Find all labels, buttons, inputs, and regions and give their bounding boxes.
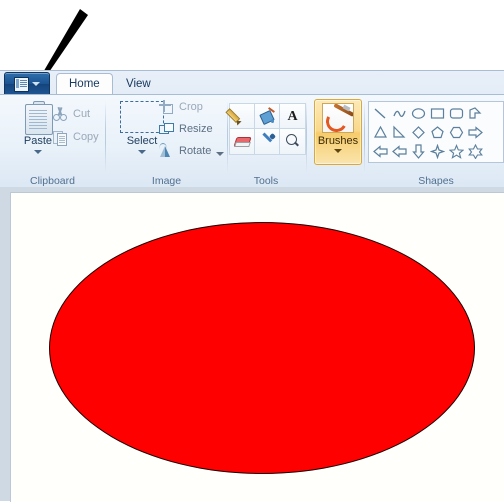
group-image: Select Crop Resize Rotate Image — [106, 95, 227, 189]
pencil-icon — [225, 108, 251, 126]
chevron-down-icon — [216, 151, 225, 156]
rotate-button[interactable]: Rotate — [158, 143, 225, 159]
brushes-label: Brushes — [317, 135, 359, 147]
paint-window: Home View Paste Cut Copy Clipboard Selec… — [0, 0, 504, 502]
chevron-down-icon — [34, 150, 42, 154]
shape-polygon[interactable] — [466, 104, 485, 123]
workspace — [0, 187, 504, 502]
tab-home[interactable]: Home — [56, 73, 113, 95]
tools-grid: A — [225, 103, 306, 155]
shapes-gallery[interactable] — [368, 101, 504, 163]
group-divider — [306, 101, 307, 173]
document-menu-icon — [14, 76, 29, 92]
group-tools: A Tools — [225, 95, 306, 189]
shape-four-point-star[interactable] — [428, 142, 447, 161]
shape-rounded-rectangle[interactable] — [447, 104, 466, 123]
chevron-down-icon — [138, 150, 146, 154]
shape-left-arrow[interactable] — [371, 142, 390, 161]
shape-right-triangle[interactable] — [390, 123, 409, 142]
resize-label: Resize — [179, 123, 213, 135]
group-label-image: Image — [151, 175, 182, 187]
paste-label: Paste — [23, 135, 53, 147]
shape-rectangular-callout[interactable] — [371, 161, 390, 162]
paint-bucket-icon — [259, 107, 276, 126]
blank-top-strip — [0, 0, 504, 70]
resize-button[interactable]: Resize — [158, 121, 213, 137]
brushes-button[interactable]: Brushes — [314, 99, 362, 165]
scissors-icon — [52, 106, 68, 122]
group-label-shapes: Shapes — [418, 175, 454, 187]
ribbon-body: Paste Cut Copy Clipboard Select Crop Res… — [0, 94, 504, 189]
rotate-label: Rotate — [179, 145, 212, 157]
copy-icon — [52, 129, 68, 146]
shape-line[interactable] — [371, 104, 390, 123]
pencil-tool[interactable] — [225, 103, 256, 130]
group-label-clipboard: Clipboard — [30, 175, 75, 187]
shape-hexagon[interactable] — [447, 123, 466, 142]
group-label-tools: Tools — [253, 175, 279, 187]
chevron-down-icon — [334, 149, 342, 153]
shape-curve[interactable] — [390, 104, 409, 123]
shape-up-arrow[interactable] — [390, 142, 409, 161]
shape-right-arrow[interactable] — [466, 123, 485, 142]
shape-down-arrow[interactable] — [409, 142, 428, 161]
cut-button[interactable]: Cut — [52, 106, 90, 122]
ribbon-tabstrip: Home View — [0, 71, 504, 95]
shape-pentagon[interactable] — [428, 123, 447, 142]
rotate-icon — [158, 143, 174, 159]
shape-oval[interactable] — [409, 104, 428, 123]
text-a-icon: A — [287, 108, 298, 124]
crop-label: Crop — [179, 101, 203, 113]
shape-diamond[interactable] — [409, 123, 428, 142]
shape-rounded-callout[interactable] — [390, 161, 409, 162]
copy-label: Copy — [73, 131, 99, 143]
paint-canvas[interactable] — [10, 192, 504, 502]
shape-triangle[interactable] — [371, 123, 390, 142]
text-tool[interactable]: A — [279, 103, 306, 130]
group-clipboard: Paste Cut Copy Clipboard — [0, 95, 105, 189]
magnifier-tool[interactable] — [279, 128, 306, 155]
shape-five-point-star[interactable] — [447, 142, 466, 161]
group-divider — [364, 101, 365, 173]
chevron-down-icon — [32, 82, 40, 86]
shape-cloud-callout[interactable] — [409, 161, 428, 162]
eyedropper-icon — [259, 132, 277, 150]
ribbon: Home View Paste Cut Copy Clipboard Selec… — [0, 70, 504, 189]
magnifier-icon — [284, 133, 301, 150]
eraser-icon — [233, 135, 252, 148]
shape-six-point-star[interactable] — [466, 142, 485, 161]
resize-icon — [158, 121, 174, 137]
paint-menu-button[interactable] — [4, 72, 50, 95]
eraser-tool[interactable] — [229, 128, 256, 155]
copy-button[interactable]: Copy — [52, 129, 99, 146]
clipboard-icon — [25, 101, 53, 135]
shape-rectangle[interactable] — [428, 104, 447, 123]
cut-label: Cut — [73, 108, 91, 120]
crop-icon — [158, 99, 174, 115]
crop-button[interactable]: Crop — [158, 99, 203, 115]
fill-with-color-tool[interactable] — [254, 103, 281, 130]
select-label: Select — [126, 135, 158, 147]
color-picker-tool[interactable] — [254, 128, 281, 155]
red-ellipse[interactable] — [49, 222, 475, 474]
tab-view[interactable]: View — [114, 74, 163, 94]
paintbrush-icon — [322, 103, 354, 133]
